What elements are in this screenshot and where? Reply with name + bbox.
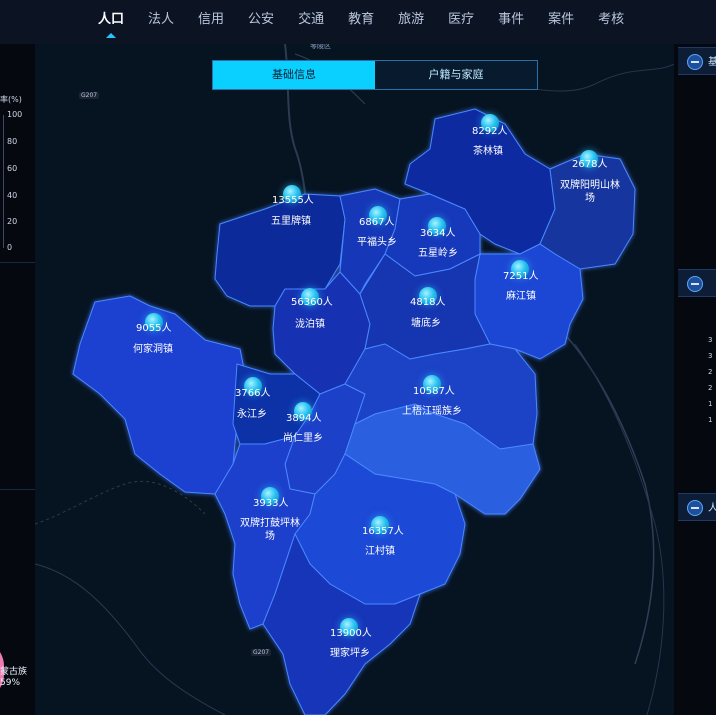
tab-credit[interactable]: 信用 [186,0,236,44]
region-name: 江村镇 [365,546,395,557]
region-value: 4818人 [410,297,446,308]
tick-label: 0 [7,243,13,252]
left-side-panel: 率(%) 100 80 60 40 20 0 蒙古族 59% [0,44,35,715]
minus-circle-icon[interactable] [687,54,703,70]
region-name: 塘底乡 [411,318,441,329]
region-value: 6867人 [359,217,395,228]
road-line [554,323,655,665]
pie-label-name: 蒙古族 [0,667,28,677]
region-value: 3894人 [286,413,322,424]
tick-label: 80 [7,137,18,146]
tab-case[interactable]: 案件 [536,0,586,44]
region-value: 56360人 [291,297,333,308]
region-value: 9055人 [136,323,172,334]
left-divider [0,489,35,490]
region-name: 何家洞镇 [133,344,173,355]
region-name: 平福头乡 [357,237,397,248]
region-name: 茶林镇 [473,146,503,157]
region-yangmingshan[interactable] [539,153,636,270]
region-value: 13555人 [272,195,314,206]
minus-circle-icon[interactable] [687,276,703,292]
left-axis-line [3,115,4,248]
right-panel-header[interactable] [678,269,716,297]
tick-label: 20 [7,217,18,226]
right-header-text: 人 [708,503,716,514]
info-tab-switch: 基础信息 户籍与家庭 [212,60,538,90]
road-line [35,563,226,715]
nav-tabs: 人口 法人 信用 公安 交通 教育 旅游 医疗 事件 案件 考核 [86,0,636,44]
top-nav-bar: 人口 法人 信用 公安 交通 教育 旅游 医疗 事件 案件 考核 [0,0,716,45]
population-map[interactable]: G207 G207 零陵区 8292人 茶林镇 2678人 双牌阳明山林场 13… [35,44,674,715]
right-number: 1 [708,400,713,408]
region-name: 双牌阳明山林场 [560,180,620,204]
tick-label: 40 [7,191,18,200]
left-chart-title: 率(%) [0,95,22,104]
region-name: 尚仁里乡 [283,433,323,444]
right-number: 1 [708,416,713,424]
map-svg [35,44,674,715]
road-badge: G207 [79,92,100,99]
tab-tourism[interactable]: 旅游 [386,0,436,44]
left-divider [0,262,35,263]
region-value: 8292人 [472,126,508,137]
right-number: 3 [708,352,713,360]
region-name: 双牌打鼓坪林场 [240,518,300,542]
left-chart-axis: 100 80 60 40 20 0 [3,110,33,252]
region-value: 3766人 [235,388,271,399]
district-label: 零陵区 [310,44,331,50]
region-name: 泷泊镇 [295,319,325,330]
right-number-column: 3 3 2 2 1 1 [708,332,712,428]
region-value: 10587人 [413,386,455,397]
tab-basic-info[interactable]: 基础信息 [213,61,375,89]
region-name: 五星岭乡 [418,248,458,259]
road-badge: G207 [251,649,272,656]
region-value: 13900人 [330,628,372,639]
region-value: 2678人 [572,159,608,170]
right-number: 3 [708,336,713,344]
minus-circle-icon[interactable] [687,500,703,516]
region-name: 上梧江瑶族乡 [402,406,462,417]
right-panel-header[interactable]: 人 [678,493,716,521]
tab-medical[interactable]: 医疗 [436,0,486,44]
road-line [574,343,665,715]
tab-population[interactable]: 人口 [86,0,136,44]
region-name: 五里牌镇 [271,216,311,227]
tab-legal-person[interactable]: 法人 [136,0,186,44]
region-value: 7251人 [503,271,539,282]
right-panel-header[interactable]: 基 [678,47,716,75]
tab-event[interactable]: 事件 [486,0,536,44]
tab-public-security[interactable]: 公安 [236,0,286,44]
tab-education[interactable]: 教育 [336,0,386,44]
right-number: 2 [708,368,713,376]
region-value: 16357人 [362,526,404,537]
tick-label: 60 [7,164,18,173]
pie-label-percent: 59% [0,678,21,688]
tab-assessment[interactable]: 考核 [586,0,636,44]
tick-label: 100 [7,110,23,119]
pie-label: 蒙古族 59% [0,667,27,689]
region-value: 3634人 [420,228,456,239]
region-name: 麻江镇 [506,291,536,302]
region-name: 永江乡 [237,409,267,420]
region-name: 理家坪乡 [330,648,370,659]
tab-household-family[interactable]: 户籍与家庭 [375,61,537,89]
right-header-text: 基 [708,57,716,68]
region-value: 3933人 [253,498,289,509]
tab-traffic[interactable]: 交通 [286,0,336,44]
right-number: 2 [708,384,713,392]
